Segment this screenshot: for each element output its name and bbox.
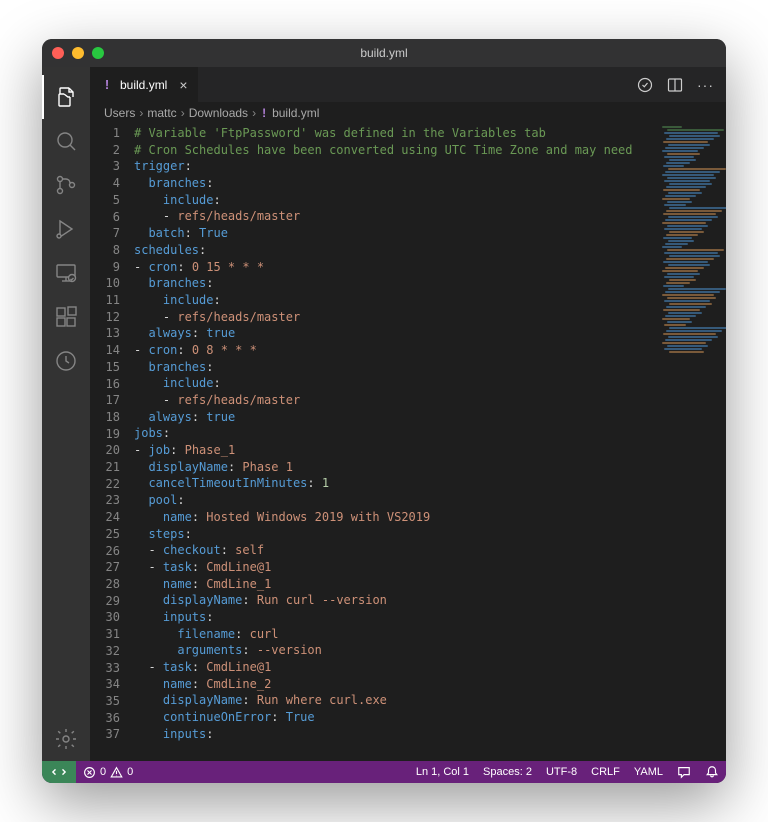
vscode-window: build.yml (42, 39, 726, 783)
editor[interactable]: 1234567891011121314151617181920212223242… (90, 124, 726, 761)
activity-bar (42, 67, 90, 761)
yaml-file-icon: ! (100, 78, 114, 92)
error-count: 0 (100, 766, 106, 778)
breadcrumb-segment[interactable]: mattc (147, 106, 176, 120)
line-number-gutter: 1234567891011121314151617181920212223242… (90, 124, 134, 761)
explorer-icon[interactable] (42, 75, 90, 119)
remote-button[interactable] (42, 761, 76, 783)
run-debug-icon[interactable] (42, 207, 90, 251)
window-title: build.yml (360, 46, 407, 60)
traffic-lights (52, 47, 104, 59)
azure-pipelines-icon[interactable] (42, 339, 90, 383)
language-mode-button[interactable]: YAML (627, 761, 670, 783)
close-window-button[interactable] (52, 47, 64, 59)
settings-gear-icon[interactable] (42, 717, 90, 761)
tab-label: build.yml (120, 78, 167, 92)
tab-build-yml[interactable]: ! build.yml × (90, 67, 199, 102)
source-control-icon[interactable] (42, 163, 90, 207)
code-area[interactable]: # Variable 'FtpPassword' was defined in … (134, 124, 726, 761)
indentation-button[interactable]: Spaces: 2 (476, 761, 539, 783)
editor-actions: ··· (625, 67, 726, 102)
search-icon[interactable] (42, 119, 90, 163)
status-bar: 0 0 Ln 1, Col 1 Spaces: 2 UTF-8 CRLF YAM… (42, 761, 726, 783)
eol-button[interactable]: CRLF (584, 761, 627, 783)
cursor-position[interactable]: Ln 1, Col 1 (409, 761, 476, 783)
problems-button[interactable]: 0 0 (76, 761, 140, 783)
yaml-file-icon: ! (260, 106, 268, 120)
more-actions-icon[interactable]: ··· (697, 77, 714, 93)
chevron-right-icon: › (139, 106, 143, 120)
split-editor-icon[interactable] (667, 77, 683, 93)
chevron-right-icon: › (181, 106, 185, 120)
breadcrumb-segment[interactable]: Downloads (189, 106, 248, 120)
breadcrumb-segment[interactable]: build.yml (272, 106, 319, 120)
feedback-icon[interactable] (670, 761, 698, 783)
remote-explorer-icon[interactable] (42, 251, 90, 295)
run-validate-icon[interactable] (637, 77, 653, 93)
chevron-right-icon: › (252, 106, 256, 120)
breadcrumb-segment[interactable]: Users (104, 106, 135, 120)
extensions-icon[interactable] (42, 295, 90, 339)
encoding-button[interactable]: UTF-8 (539, 761, 584, 783)
close-tab-icon[interactable]: × (179, 77, 187, 93)
warning-count: 0 (127, 766, 133, 778)
minimap[interactable] (656, 124, 726, 761)
notifications-icon[interactable] (698, 761, 726, 783)
titlebar[interactable]: build.yml (42, 39, 726, 67)
tab-bar: ! build.yml × ··· (90, 67, 726, 102)
zoom-window-button[interactable] (92, 47, 104, 59)
minimize-window-button[interactable] (72, 47, 84, 59)
breadcrumbs[interactable]: Users › mattc › Downloads › ! build.yml (90, 102, 726, 124)
